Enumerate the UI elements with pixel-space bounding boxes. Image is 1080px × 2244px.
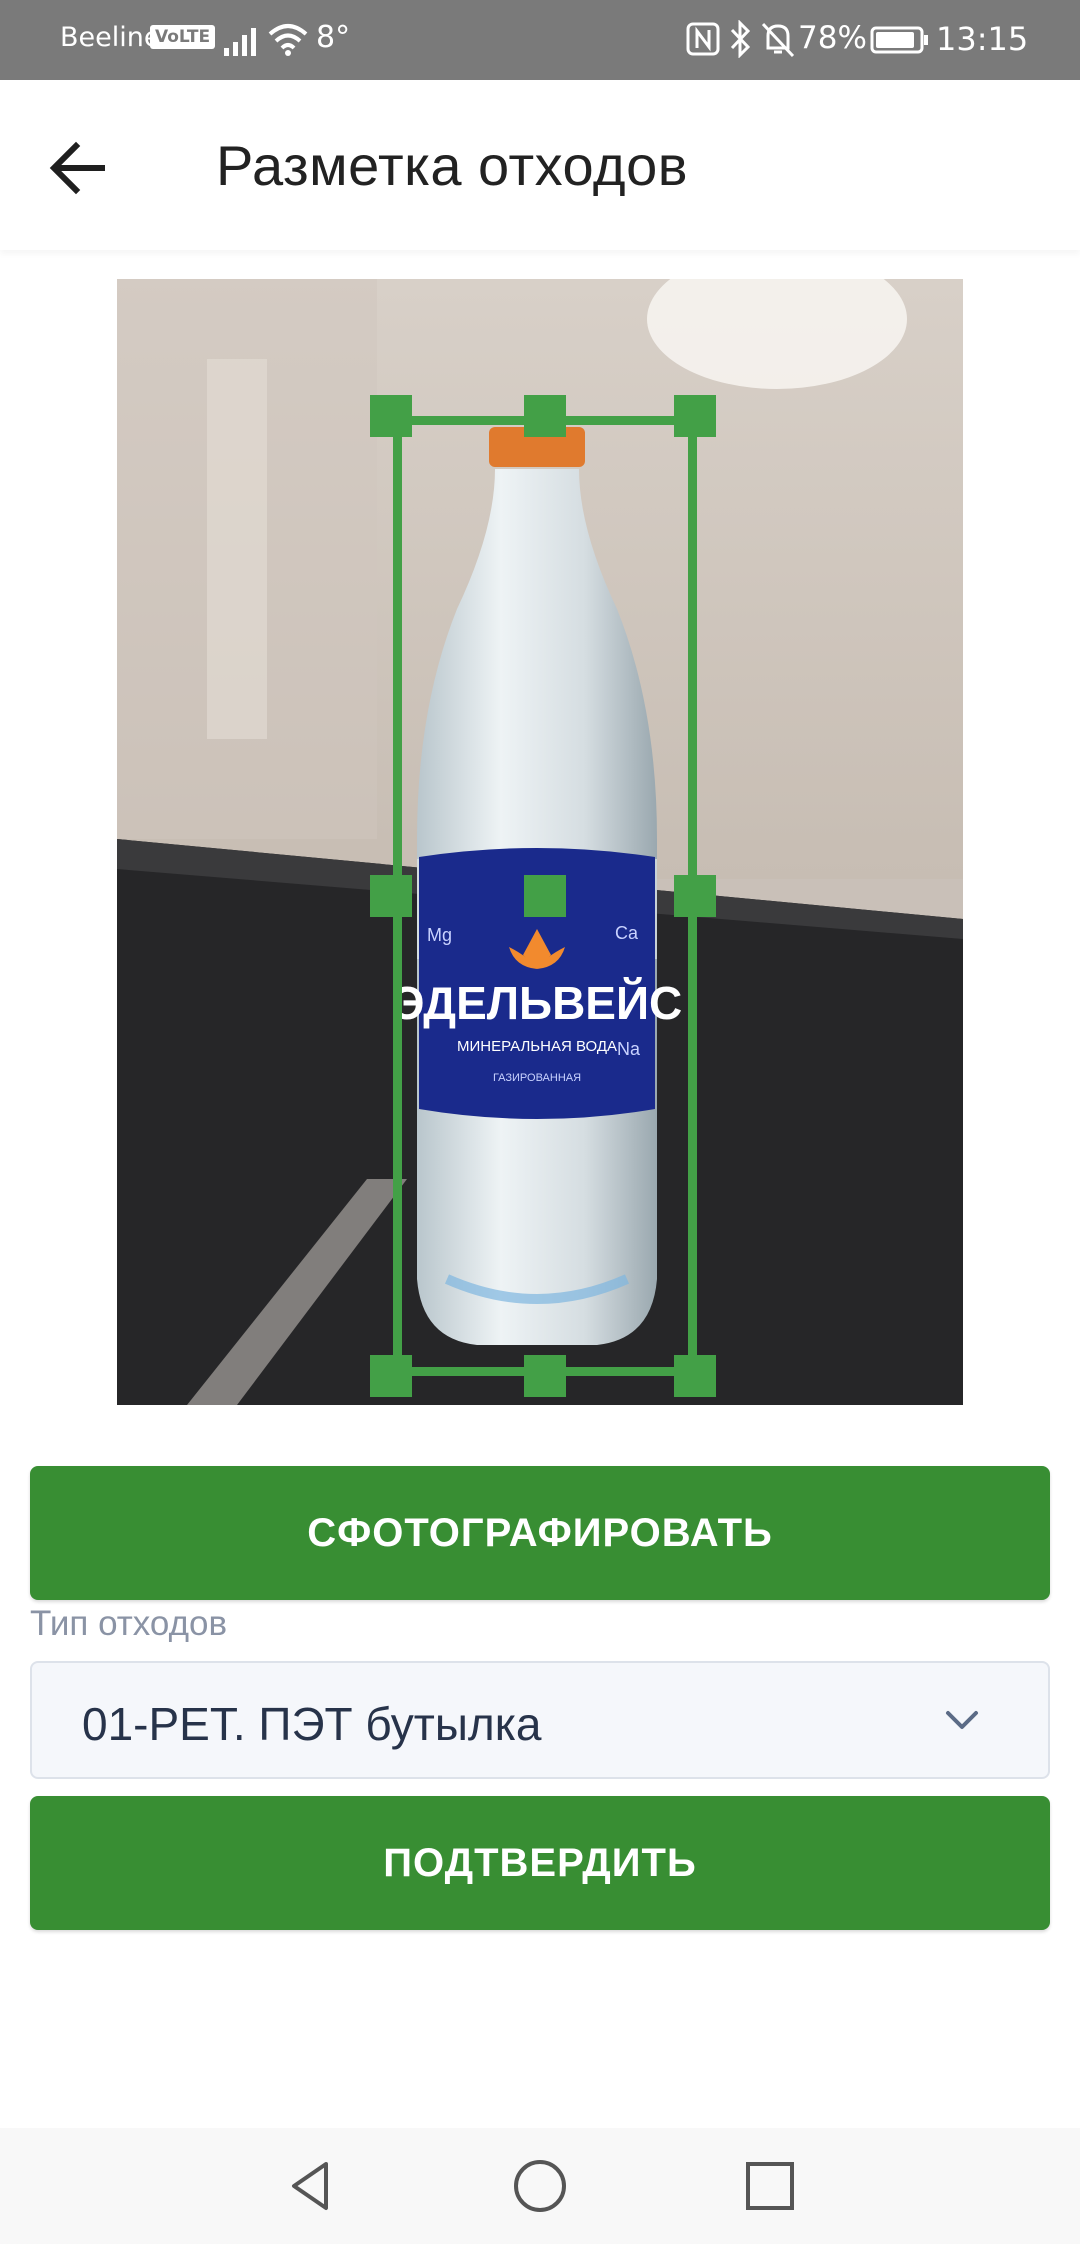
bbox-handle-center[interactable]: [524, 875, 566, 917]
recents-square-icon[interactable]: [740, 2156, 800, 2216]
confirm-button[interactable]: ПОДТВЕРДИТЬ: [30, 1796, 1050, 1930]
battery-icon: [870, 26, 928, 54]
bbox-handle-middle-left[interactable]: [370, 875, 412, 917]
page-title: Разметка отходов: [216, 134, 688, 197]
chevron-down-icon: [946, 1711, 978, 1729]
arrow-left-icon[interactable]: [40, 130, 116, 206]
temperature: 8°: [316, 20, 351, 55]
nfc-icon: [686, 22, 720, 56]
system-nav-bar: [0, 2128, 1080, 2244]
home-circle-icon[interactable]: [510, 2156, 570, 2216]
volte-badge: VoLTE: [150, 25, 216, 49]
captured-photo: ЭДЕЛЬВЕЙС МИНЕРАЛЬНАЯ ВОДА ГАЗИРОВАННАЯ …: [117, 279, 963, 1405]
bbox-handle-top-left[interactable]: [370, 395, 412, 437]
bbox-handle-top-right[interactable]: [674, 395, 716, 437]
waste-type-select[interactable]: 01-PET. ПЭТ бутылка: [30, 1661, 1050, 1779]
battery-percent: 78%: [798, 20, 867, 56]
bbox-handle-bottom-center[interactable]: [524, 1355, 566, 1397]
back-triangle-icon[interactable]: [280, 2156, 340, 2216]
status-bar: Beeline VoLTE 8° 78% 13:15: [0, 0, 1080, 80]
capture-photo-button[interactable]: СФОТОГРАФИРОВАТЬ: [30, 1466, 1050, 1600]
waste-type-label: Тип отходов: [30, 1604, 228, 1643]
bbox-handle-bottom-left[interactable]: [370, 1355, 412, 1397]
carrier-name: Beeline: [60, 22, 161, 53]
bluetooth-icon: [730, 20, 751, 58]
waste-type-value: 01-PET. ПЭТ бутылка: [82, 1698, 542, 1750]
bbox-handle-bottom-right[interactable]: [674, 1355, 716, 1397]
clock: 13:15: [936, 20, 1029, 58]
wifi-icon: [268, 24, 308, 56]
app-bar: Разметка отходов: [0, 80, 1080, 250]
bbox-handle-top-center[interactable]: [524, 395, 566, 437]
bbox-handle-middle-right[interactable]: [674, 875, 716, 917]
signal-icon: [224, 28, 256, 56]
mute-icon: [761, 22, 795, 58]
